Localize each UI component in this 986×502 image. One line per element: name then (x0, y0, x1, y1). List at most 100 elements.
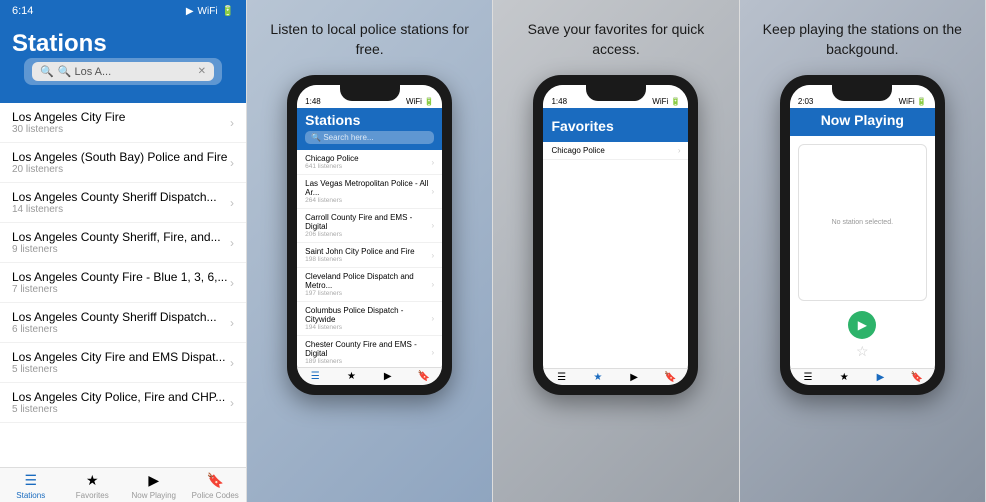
station-listeners: 6 listeners (12, 324, 217, 335)
tab-bar: ☰ Stations ★ Favorites ▶ Now Playing 🔖 P… (0, 467, 246, 502)
play-button[interactable]: ▶ (848, 311, 876, 339)
mini-tab-playing-np[interactable]: ▶ (862, 372, 898, 383)
mini-list-item[interactable]: Saint John City Police and Fire 198 list… (297, 243, 442, 268)
mini-chevron-icon: › (431, 187, 434, 196)
tab-item[interactable]: ▶ Now Playing (123, 472, 185, 500)
station-item[interactable]: Los Angeles City Fire 30 listeners › (0, 103, 246, 143)
mini-chevron-icon: › (431, 251, 434, 260)
mini-tab-favs[interactable]: ★ (333, 371, 369, 383)
station-listeners: 14 listeners (12, 204, 217, 215)
np-white-box: No station selected. (798, 144, 927, 301)
mini-list-item[interactable]: Chester County Fire and EMS - Digital 18… (297, 336, 442, 367)
app-title: Stations (12, 30, 234, 58)
feature-panel-favorites: Save your favorites for quick access. 1:… (493, 0, 739, 502)
station-listeners: 20 listeners (12, 164, 227, 175)
search-icon: 🔍 (40, 65, 54, 78)
mini-item-sub: 189 listeners (305, 358, 431, 365)
station-item[interactable]: Los Angeles County Sheriff Dispatch... 1… (0, 183, 246, 223)
station-item[interactable]: Los Angeles County Fire - Blue 1, 3, 6,.… (0, 263, 246, 303)
mini-tab-bar-np: ☰ ★ ▶ 🔖 (790, 368, 935, 385)
fav-chevron: › (678, 146, 681, 155)
mini-tab-favs-fav[interactable]: ★ (580, 372, 616, 383)
tab-item[interactable]: 🔖 Police Codes (185, 472, 247, 500)
station-name: Los Angeles County Sheriff Dispatch... (12, 310, 217, 324)
feature-panel-listen: Listen to local police stations for free… (247, 0, 493, 502)
mini-item-name: Las Vegas Metropolitan Police - All Ar..… (305, 179, 431, 197)
mini-tab-playing-fav[interactable]: ▶ (616, 372, 652, 383)
station-item[interactable]: Los Angeles County Sheriff Dispatch... 6… (0, 303, 246, 343)
station-item[interactable]: Los Angeles City Police, Fire and CHP...… (0, 383, 246, 423)
mini-chevron-icon: › (431, 348, 434, 357)
mini-tab-codes-np[interactable]: 🔖 (899, 372, 935, 383)
mini-item-sub: 197 listeners (305, 290, 431, 297)
status-bar: 6:14 ▶ WiFi 🔋 (0, 0, 246, 22)
mini-screen-fav: 1:48 WiFi 🔋 Favorites Chicago Police › ☰ (543, 85, 688, 385)
mini-list-item[interactable]: Columbus Police Dispatch - Citywide 194 … (297, 302, 442, 336)
mini-tab-playing[interactable]: ▶ (370, 371, 406, 383)
feature-text-nowplaying: Keep playing the stations on the backgou… (762, 20, 962, 59)
mini-list-item[interactable]: Las Vegas Metropolitan Police - All Ar..… (297, 175, 442, 209)
mini-item-name: Carroll County Fire and EMS - Digital (305, 213, 431, 231)
tab-label: Police Codes (192, 491, 239, 500)
tab-item[interactable]: ★ Favorites (62, 472, 124, 500)
station-item[interactable]: Los Angeles (South Bay) Police and Fire … (0, 143, 246, 183)
mini-tab-stations[interactable]: ☰ (297, 371, 333, 383)
station-listeners: 30 listeners (12, 124, 125, 135)
mini-list-item[interactable]: Cleveland Police Dispatch and Metro... 1… (297, 268, 442, 302)
mini-tab-bar: ☰ ★ ▶ 🔖 (297, 367, 442, 385)
station-item[interactable]: Los Angeles County Sheriff, Fire, and...… (0, 223, 246, 263)
tab-label: Stations (16, 491, 45, 500)
mini-tab-codes-fav[interactable]: 🔖 (652, 372, 688, 383)
mini-item-sub: 641 listeners (305, 163, 358, 170)
mini-tab-stations-fav[interactable]: ☰ (543, 372, 579, 383)
stations-list: Los Angeles City Fire 30 listeners › Los… (0, 103, 246, 467)
mini-item-name: Cleveland Police Dispatch and Metro... (305, 272, 431, 290)
mini-tab-codes[interactable]: 🔖 (406, 371, 442, 383)
tab-icon: ★ (86, 472, 99, 489)
station-name: Los Angeles County Sheriff Dispatch... (12, 190, 217, 204)
chevron-icon: › (230, 356, 234, 370)
app-header: Stations 🔍 🔍 Los A... ✕ (0, 22, 246, 103)
phone-notch-fav (586, 85, 646, 101)
search-text: 🔍 Los A... (58, 65, 111, 78)
mini-phone-nowplaying: 2:03 WiFi 🔋 Now Playing No station selec… (780, 75, 945, 395)
station-name: Los Angeles City Police, Fire and CHP... (12, 390, 225, 404)
mini-item-name: Chicago Police (305, 154, 358, 163)
tab-icon: 🔖 (207, 472, 224, 489)
np-header: Now Playing (790, 108, 935, 136)
mini-tab-bar-fav: ☰ ★ ▶ 🔖 (543, 368, 688, 385)
mini-stations-list: Chicago Police 641 listeners › Las Vegas… (297, 150, 442, 367)
chevron-icon: › (230, 276, 234, 290)
app-screenshot-panel: 6:14 ▶ WiFi 🔋 Stations 🔍 🔍 Los A... ✕ Lo… (0, 0, 247, 502)
tab-item[interactable]: ☰ Stations (0, 472, 62, 500)
search-clear[interactable]: ✕ (198, 66, 206, 77)
mini-phone-favorites: 1:48 WiFi 🔋 Favorites Chicago Police › ☰ (533, 75, 698, 395)
mini-chevron-icon: › (431, 280, 434, 289)
station-name: Los Angeles City Fire and EMS Dispat... (12, 350, 225, 364)
feature-panel-nowplaying: Keep playing the stations on the backgou… (740, 0, 986, 502)
favorite-item[interactable]: Chicago Police › (543, 142, 688, 160)
mini-list-item[interactable]: Chicago Police 641 listeners › (297, 150, 442, 175)
station-name: Los Angeles County Sheriff, Fire, and... (12, 230, 221, 244)
station-item[interactable]: Los Angeles City Fire and EMS Dispat... … (0, 343, 246, 383)
phone-screen: 6:14 ▶ WiFi 🔋 Stations 🔍 🔍 Los A... ✕ Lo… (0, 0, 246, 502)
mini-chevron-icon: › (431, 221, 434, 230)
mini-item-sub: 194 listeners (305, 324, 431, 331)
chevron-icon: › (230, 196, 234, 210)
mini-tab-favs-np[interactable]: ★ (826, 372, 862, 383)
star-icon[interactable]: ☆ (856, 343, 869, 360)
search-bar-container: 🔍 🔍 Los A... ✕ (24, 58, 222, 85)
tab-label: Now Playing (132, 491, 176, 500)
tab-label: Favorites (76, 491, 109, 500)
status-icons: ▶ WiFi 🔋 (186, 6, 234, 17)
np-content: No station selected. ▶ ☆ (790, 136, 935, 368)
mini-list-item[interactable]: Carroll County Fire and EMS - Digital 20… (297, 209, 442, 243)
phone-notch-np (832, 85, 892, 101)
station-listeners: 5 listeners (12, 404, 225, 415)
station-name: Los Angeles County Fire - Blue 1, 3, 6,.… (12, 270, 227, 284)
mini-item-name: Saint John City Police and Fire (305, 247, 414, 256)
mini-item-sub: 264 listeners (305, 197, 431, 204)
mini-item-sub: 206 listeners (305, 231, 431, 238)
mini-tab-stations-np[interactable]: ☰ (790, 372, 826, 383)
station-listeners: 7 listeners (12, 284, 227, 295)
